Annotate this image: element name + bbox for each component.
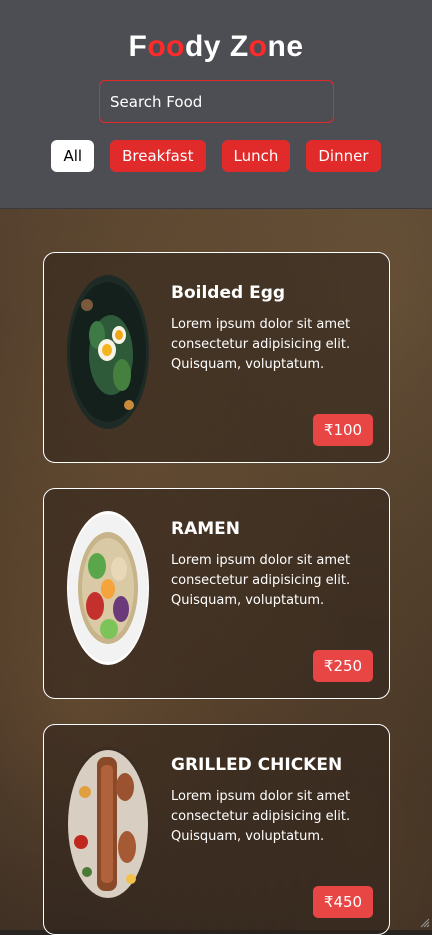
- logo-letter: Z: [229, 30, 249, 63]
- egg-salad-plate-icon: [67, 275, 149, 429]
- price-button[interactable]: ₹250: [313, 650, 373, 682]
- food-card: Boilded Egg Lorem ipsum dolor sit amet c…: [43, 252, 390, 463]
- logo-letter: d: [184, 30, 204, 63]
- logo-letter: e: [286, 30, 304, 63]
- food-description: Lorem ipsum dolor sit amet consectetur a…: [171, 789, 351, 844]
- food-card: GRILLED CHICKEN Lorem ipsum dolor sit am…: [43, 724, 390, 935]
- logo-letter: y: [203, 30, 221, 63]
- price-button[interactable]: ₹450: [313, 886, 373, 918]
- food-name: Boilded Egg: [171, 283, 286, 303]
- price-button[interactable]: ₹100: [313, 414, 373, 446]
- food-name: GRILLED CHICKEN: [171, 755, 343, 775]
- filter-dinner-button[interactable]: Dinner: [306, 140, 381, 172]
- grilled-chicken-platter-icon: [67, 747, 149, 901]
- logo-letter: o: [166, 30, 185, 63]
- filter-lunch-button[interactable]: Lunch: [221, 140, 291, 172]
- food-name: RAMEN: [171, 519, 241, 539]
- resize-handle-icon[interactable]: [420, 918, 430, 928]
- filter-breakfast-button[interactable]: Breakfast: [110, 140, 206, 172]
- ramen-bowl-icon: [67, 511, 149, 665]
- food-description: Lorem ipsum dolor sit amet consectetur a…: [171, 317, 351, 372]
- food-card: RAMEN Lorem ipsum dolor sit amet consect…: [43, 488, 390, 699]
- logo-letter: n: [267, 30, 287, 63]
- app-header: Foody Zone AllBreakfastLunchDinner: [0, 0, 432, 209]
- logo: Foody Zone: [0, 30, 432, 64]
- food-description: Lorem ipsum dolor sit amet consectetur a…: [171, 553, 351, 608]
- logo-letter: o: [248, 30, 268, 63]
- search-input[interactable]: [99, 80, 334, 123]
- logo-letter: F: [128, 30, 148, 63]
- filter-bar: All Breakfast Lunch Dinner: [0, 140, 432, 172]
- filter-all-button[interactable]: All: [51, 140, 95, 172]
- logo-letter: o: [147, 30, 167, 63]
- logo-letter: [221, 30, 230, 63]
